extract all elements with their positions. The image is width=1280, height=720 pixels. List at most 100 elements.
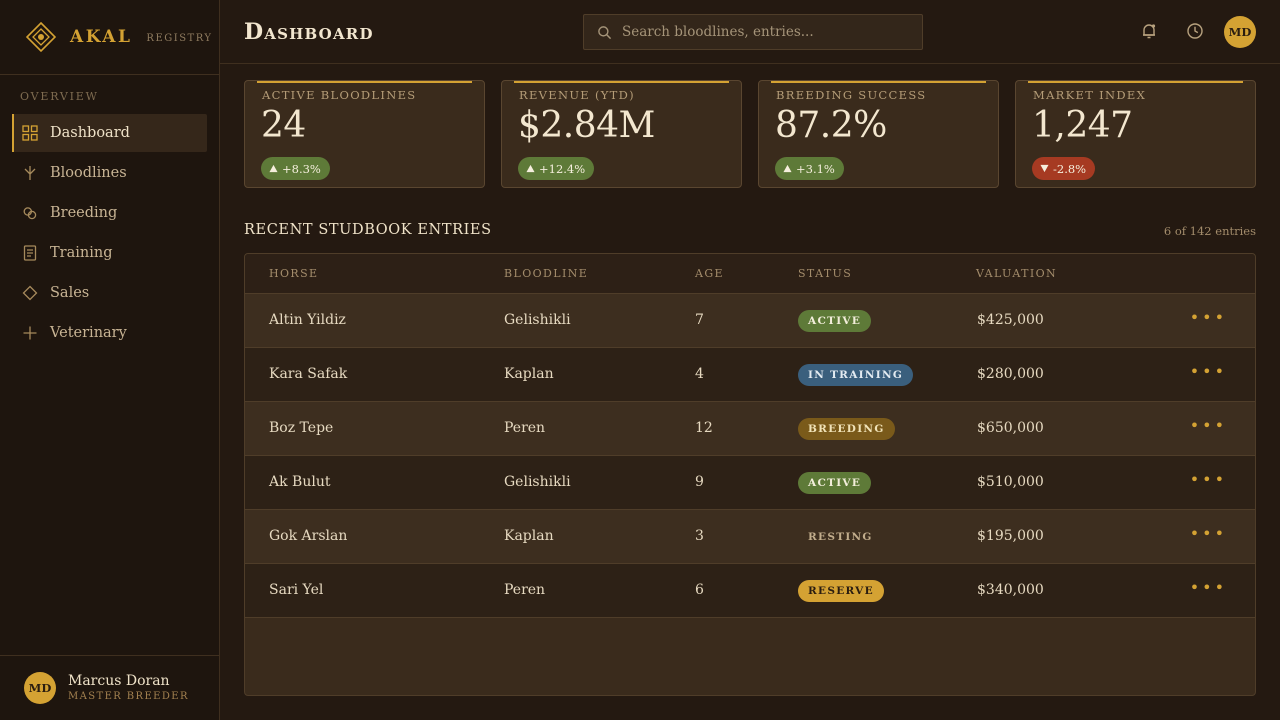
stat-label: BREEDING SUCCESS	[776, 88, 927, 102]
stat-card-market-index: MARKET INDEX 1,247 -2.8%	[1015, 80, 1256, 188]
stat-card-revenue: REVENUE (YTD) $2.84M +12.4%	[501, 80, 742, 188]
table-row[interactable]: Ak Bulut Gelishikli 9 ACTIVE $510,000 ••…	[245, 456, 1255, 510]
age: 3	[695, 528, 704, 544]
valuation: $650,000	[977, 420, 1044, 436]
diamond-logo-icon	[26, 22, 56, 52]
sidebar-item-veterinary[interactable]: Veterinary	[12, 314, 207, 352]
table-row[interactable]: Gok Arslan Kaplan 3 RESTING $195,000 •••	[245, 510, 1255, 564]
section-title: RECENT STUDBOOK ENTRIES	[244, 222, 492, 238]
stat-delta-badge: -2.8%	[1032, 157, 1096, 180]
brand-name: AKAL	[70, 27, 133, 47]
sidebar-item-label: Bloodlines	[50, 165, 127, 181]
stat-label: REVENUE (YTD)	[519, 88, 635, 102]
row-more-button[interactable]: •••	[1190, 416, 1227, 435]
row-more-button[interactable]: •••	[1190, 524, 1227, 543]
sidebar-item-bloodlines[interactable]: Bloodlines	[12, 154, 207, 192]
horse-name: Sari Yel	[269, 582, 324, 598]
arrow-down-icon	[1040, 164, 1049, 173]
diamond-icon	[22, 285, 38, 301]
stat-delta-badge: +12.4%	[518, 157, 595, 180]
column-header-age[interactable]: AGE	[695, 267, 724, 280]
plus-icon	[23, 326, 37, 340]
sidebar-item-label: Breeding	[50, 205, 118, 221]
age: 6	[695, 582, 704, 598]
status-badge: ACTIVE	[798, 310, 872, 332]
bloodline: Peren	[504, 582, 546, 598]
sidebar-item-label: Sales	[50, 285, 90, 301]
sidebar-item-label: Training	[50, 245, 113, 261]
user-name: Marcus Doran	[68, 672, 170, 689]
brand-subtitle: REGISTRY	[146, 33, 213, 44]
document-icon	[23, 245, 37, 261]
bloodline: Kaplan	[504, 528, 554, 544]
column-header-status[interactable]: STATUS	[798, 267, 852, 280]
page-title: Dashboard	[244, 19, 374, 45]
bloodline: Kaplan	[504, 366, 554, 382]
age: 9	[695, 474, 704, 490]
bloodline: Gelishikli	[504, 312, 571, 328]
studbook-table: HORSE BLOODLINE AGE STATUS VALUATION Alt…	[244, 253, 1256, 696]
horse-name: Boz Tepe	[269, 420, 334, 436]
table-row[interactable]: Sari Yel Peren 6 RESERVE $340,000 •••	[245, 564, 1255, 618]
table-row[interactable]: Altin Yildiz Gelishikli 7 ACTIVE $425,00…	[245, 294, 1255, 348]
age: 4	[695, 366, 704, 382]
brand[interactable]: AKAL REGISTRY	[0, 0, 219, 75]
user-role: MASTER BREEDER	[68, 690, 189, 702]
sidebar-item-training[interactable]: Training	[12, 234, 207, 272]
column-header-bloodline[interactable]: BLOODLINE	[504, 267, 588, 280]
sidebar-item-sales[interactable]: Sales	[12, 274, 207, 312]
stat-value: $2.84M	[518, 105, 655, 146]
user-avatar-button[interactable]: MD	[1224, 16, 1256, 48]
sidebar-item-label: Veterinary	[50, 325, 127, 341]
search-icon	[598, 25, 612, 39]
valuation: $510,000	[977, 474, 1044, 490]
valuation: $425,000	[977, 312, 1044, 328]
status-badge: RESERVE	[798, 580, 884, 602]
sidebar-item-breeding[interactable]: Breeding	[12, 194, 207, 232]
table-row[interactable]: Kara Safak Kaplan 4 IN TRAINING $280,000…	[245, 348, 1255, 402]
row-more-button[interactable]: •••	[1190, 308, 1227, 327]
stat-delta-value: +3.1%	[796, 161, 835, 176]
status-badge: ACTIVE	[798, 472, 872, 494]
horse-name: Altin Yildiz	[269, 312, 346, 328]
arrow-up-icon	[269, 164, 278, 173]
stat-label: MARKET INDEX	[1033, 88, 1147, 102]
table-row[interactable]: Boz Tepe Peren 12 BREEDING $650,000 •••	[245, 402, 1255, 456]
stat-card-active-bloodlines: ACTIVE BLOODLINES 24 +8.3%	[244, 80, 485, 188]
stat-delta-value: +8.3%	[282, 161, 321, 176]
column-header-valuation[interactable]: VALUATION	[976, 267, 1057, 280]
stat-delta-badge: +3.1%	[775, 157, 844, 180]
row-more-button[interactable]: •••	[1190, 578, 1227, 597]
rings-icon	[23, 207, 37, 220]
bell-icon[interactable]	[1140, 22, 1158, 40]
stat-delta-value: +12.4%	[539, 161, 586, 176]
search-box[interactable]	[583, 14, 923, 50]
status-badge: RESTING	[808, 531, 873, 543]
table-header: HORSE BLOODLINE AGE STATUS VALUATION	[245, 254, 1255, 294]
arrow-up-icon	[526, 164, 535, 173]
entries-count: 6 of 142 entries	[1163, 224, 1256, 238]
bloodline: Gelishikli	[504, 474, 571, 490]
column-header-horse[interactable]: HORSE	[269, 267, 318, 280]
horse-name: Ak Bulut	[269, 474, 331, 490]
sidebar-item-dashboard[interactable]: Dashboard	[12, 114, 207, 152]
search-input[interactable]	[622, 24, 912, 40]
row-more-button[interactable]: •••	[1190, 362, 1227, 381]
horse-name: Gok Arslan	[269, 528, 348, 544]
row-more-button[interactable]: •••	[1190, 470, 1227, 489]
stat-value: 1,247	[1032, 105, 1133, 146]
horse-name: Kara Safak	[269, 366, 348, 382]
valuation: $280,000	[977, 366, 1044, 382]
status-badge: IN TRAINING	[798, 364, 914, 386]
stat-label: ACTIVE BLOODLINES	[262, 88, 417, 102]
clock-icon[interactable]	[1186, 22, 1204, 40]
branch-icon	[24, 166, 36, 180]
stat-value: 24	[261, 105, 306, 146]
sidebar-nav: Dashboard Bloodlines Breeding Training S…	[0, 114, 219, 352]
status-badge: BREEDING	[798, 418, 895, 440]
age: 12	[695, 420, 713, 436]
sidebar: AKAL REGISTRY OVERVIEW Dashboard Bloodli…	[0, 0, 220, 720]
stat-delta-badge: +8.3%	[261, 157, 330, 180]
sidebar-user-profile[interactable]: MD Marcus Doran MASTER BREEDER	[0, 655, 219, 720]
stat-value: 87.2%	[775, 105, 887, 146]
